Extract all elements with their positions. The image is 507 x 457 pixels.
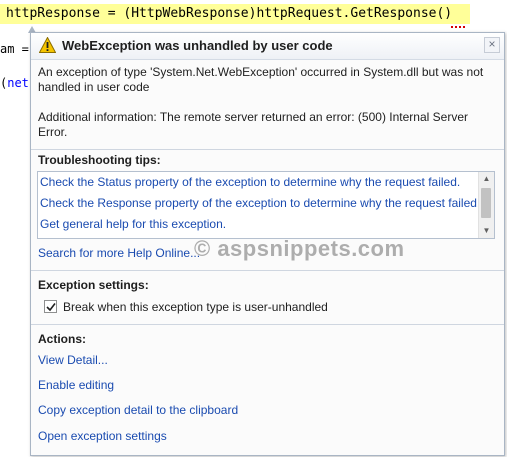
tip-link-status[interactable]: Check the Status property of the excepti… [40, 175, 460, 189]
actions-title: Actions: [38, 332, 86, 346]
troubleshooting-title: Troubleshooting tips: [38, 153, 161, 167]
close-icon: × [488, 37, 496, 51]
tip-link-general-help[interactable]: Get general help for this exception. [40, 217, 226, 231]
tips-scrollbar[interactable]: ▲ ▼ [478, 172, 494, 238]
close-button[interactable]: × [484, 37, 500, 53]
exception-title: WebException was unhandled by user code [62, 38, 333, 53]
view-detail-link[interactable]: View Detail... [38, 353, 108, 367]
code-fragment: (net [0, 76, 29, 90]
code-keyword: net [7, 76, 29, 90]
divider [31, 149, 504, 150]
enable-editing-link[interactable]: Enable editing [38, 378, 114, 392]
exception-header: WebException was unhandled by user code … [31, 33, 504, 60]
scroll-up-icon[interactable]: ▲ [479, 172, 494, 186]
divider [31, 324, 504, 325]
open-exception-settings-link[interactable]: Open exception settings [38, 429, 167, 443]
divider [31, 270, 504, 271]
exception-message: An exception of type 'System.Net.WebExce… [38, 65, 484, 94]
copy-exception-detail-link[interactable]: Copy exception detail to the clipboard [38, 403, 238, 417]
checkmark-icon [46, 303, 56, 312]
exception-settings-title: Exception settings: [38, 278, 149, 292]
scroll-thumb[interactable] [481, 188, 491, 218]
break-on-exception-label[interactable]: Break when this exception type is user-u… [63, 300, 328, 314]
error-squiggle [451, 22, 465, 28]
tip-link-response[interactable]: Check the Response property of the excep… [40, 196, 480, 210]
scroll-down-icon[interactable]: ▼ [479, 224, 494, 238]
break-on-exception-checkbox[interactable] [44, 300, 57, 313]
additional-information: Additional information: The remote serve… [38, 110, 468, 139]
warning-icon [39, 37, 56, 53]
watermark: © aspsnippets.com [194, 236, 405, 261]
code-fragment: am = [0, 42, 29, 56]
troubleshooting-tips-list: Check the Status property of the excepti… [37, 171, 495, 239]
highlighted-code-line: httpResponse = (HttpWebResponse)httpRequ… [0, 4, 470, 24]
search-help-online-link[interactable]: Search for more Help Online... [38, 246, 200, 260]
exception-helper-popup: WebException was unhandled by user code … [30, 32, 505, 456]
